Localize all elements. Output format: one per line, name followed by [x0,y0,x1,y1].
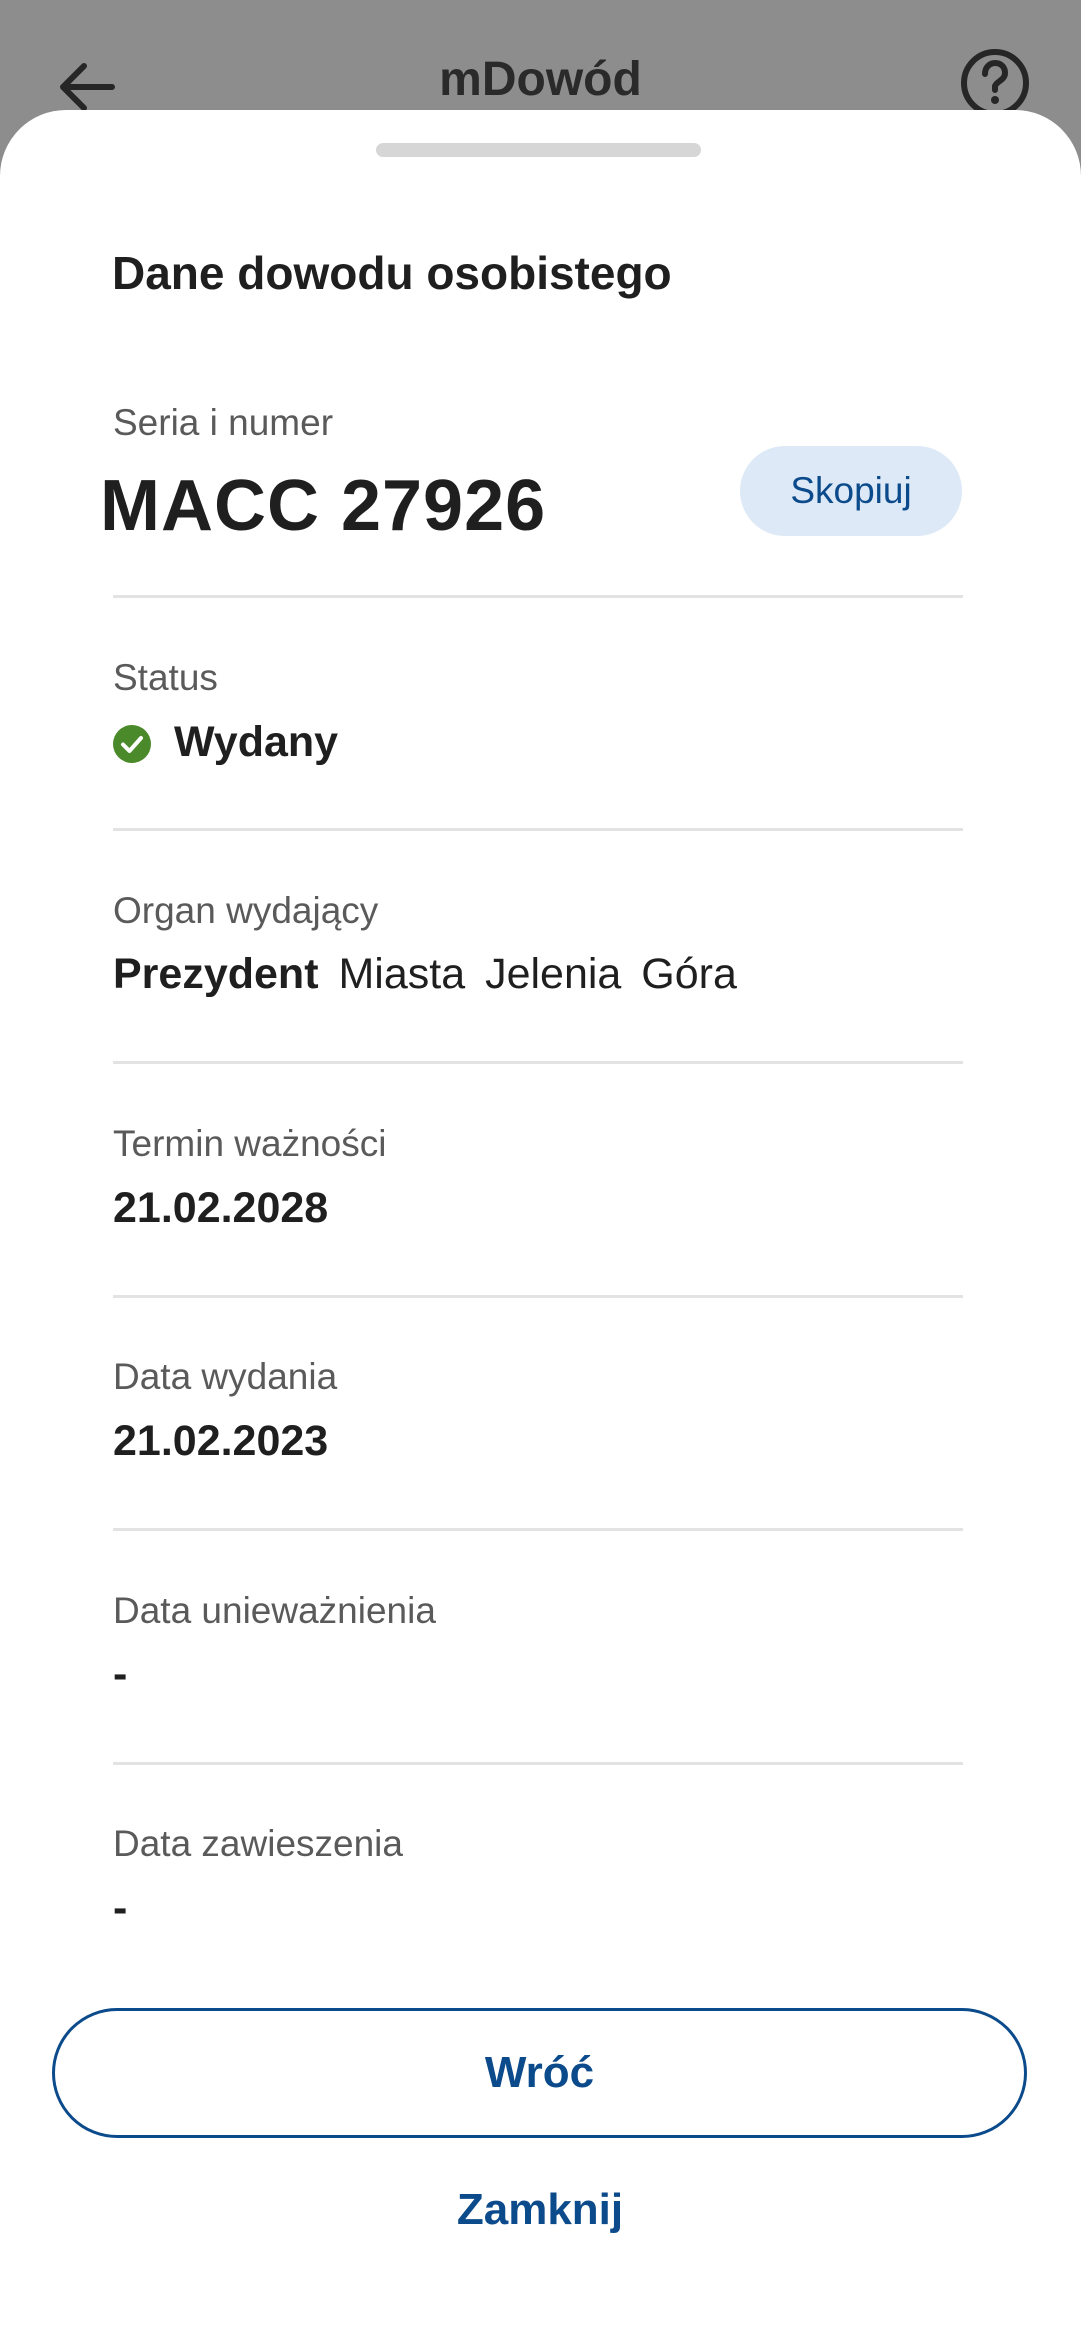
drag-handle[interactable] [376,143,701,157]
divider [113,1762,963,1765]
document-number: MACC 27926 [100,466,547,546]
copy-button[interactable]: Skopiuj [740,446,962,536]
invalidation-date-label: Data unieważnienia [113,1590,436,1631]
issuer-value-rest: Miasta Jelenia Góra [338,950,737,998]
status-value: Wydany [174,718,339,766]
sheet-title: Dane dowodu osobistego [112,247,672,299]
suspension-date-label: Data zawieszenia [113,1823,403,1864]
divider [113,1528,963,1531]
divider [113,828,963,831]
issue-date-value: 21.02.2023 [113,1417,329,1465]
divider [113,595,963,598]
suspension-date-value: - [113,1884,128,1932]
divider [113,1295,963,1298]
issuer-value: Prezydent Miasta Jelenia Góra [113,950,737,999]
divider [113,1061,963,1064]
issuer-value-bold: Prezydent [113,950,319,998]
bottom-sheet: Dane dowodu osobistego Seria i numer MAC… [0,110,1081,2350]
expiry-label: Termin ważności [113,1123,387,1164]
issuer-label: Organ wydający [113,890,379,931]
close-button[interactable]: Zamknij [340,2160,740,2260]
app-title: mDowód [439,53,642,106]
expiry-value: 21.02.2028 [113,1184,329,1232]
check-circle-icon [113,725,151,763]
issue-date-label: Data wydania [113,1356,338,1397]
invalidation-date-value: - [113,1650,128,1698]
back-button[interactable]: Wróć [52,2008,1027,2138]
question-circle-icon[interactable] [958,46,1032,120]
number-label: Seria i numer [113,402,334,443]
status-label: Status [113,657,218,698]
